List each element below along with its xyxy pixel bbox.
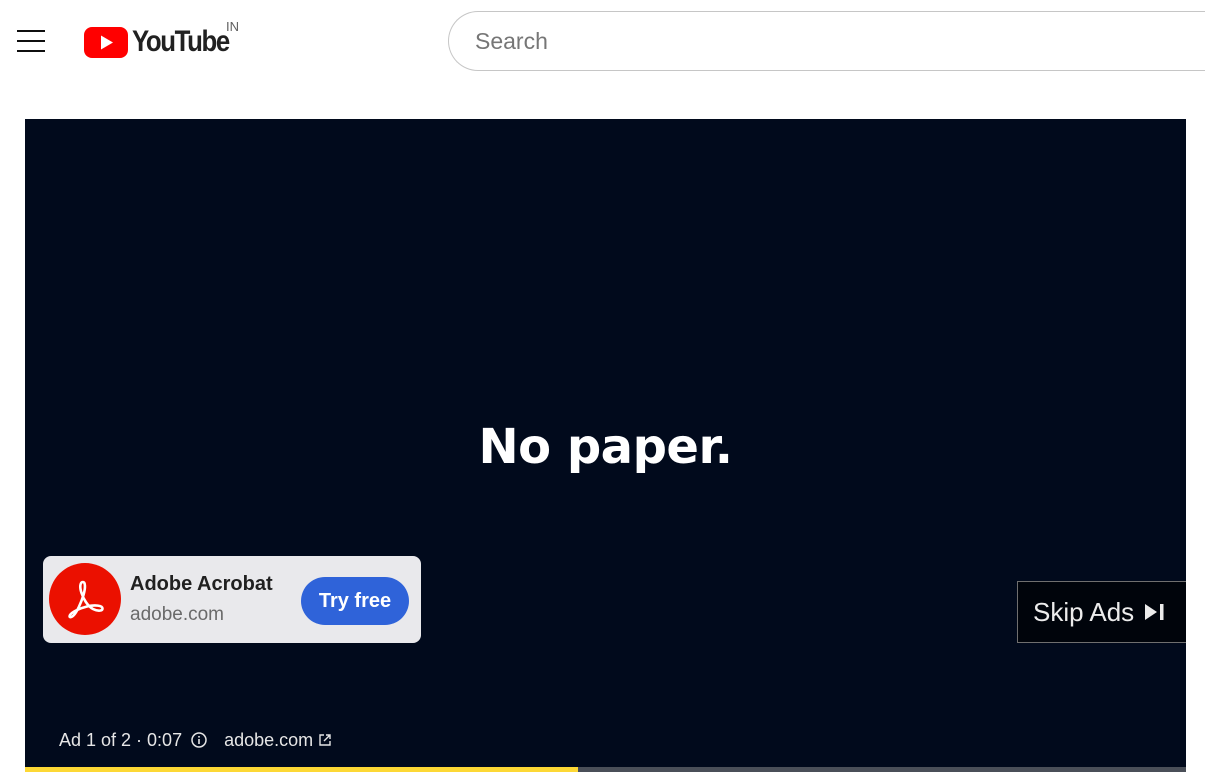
ad-info-bar: Ad 1 of 2 · 0:07 adobe.com [59, 727, 332, 753]
ad-advertiser-name[interactable]: Adobe Acrobat [130, 573, 273, 596]
external-link-icon [319, 734, 331, 746]
info-icon[interactable] [190, 731, 208, 749]
logo-text: YouTube [132, 25, 230, 58]
youtube-logo[interactable]: YouTube [84, 24, 245, 60]
ad-status-text: Ad 1 of 2 · 0:07 [59, 729, 183, 750]
ad-domain[interactable]: adobe.com [130, 604, 224, 626]
hamburger-icon-line [17, 40, 45, 42]
ad-companion-card[interactable]: Adobe Acrobat adobe.com Try free [43, 556, 421, 643]
hamburger-icon-line [17, 50, 45, 52]
acrobat-symbol-icon [68, 580, 104, 619]
ad-visit-link-text: adobe.com [224, 729, 314, 750]
guide-menu-button[interactable] [10, 20, 52, 62]
country-code: IN [226, 19, 239, 34]
ad-visit-link[interactable]: adobe.com [224, 730, 332, 751]
try-free-button[interactable]: Try free [301, 577, 409, 625]
skip-next-icon [1145, 604, 1164, 620]
ad-progress-bar[interactable] [25, 767, 1186, 772]
hamburger-icon [17, 30, 45, 32]
skip-ads-button[interactable]: Skip Ads [1017, 581, 1186, 643]
search-box[interactable] [448, 11, 1205, 71]
adobe-acrobat-icon[interactable] [49, 563, 121, 635]
masthead: YouTube IN [0, 0, 1205, 82]
skip-ads-label: Skip Ads [1033, 596, 1135, 627]
search-input[interactable] [473, 12, 1173, 70]
ad-video-headline: No paper. [478, 419, 733, 475]
youtube-play-icon [84, 26, 128, 58]
video-player[interactable]: No paper. Adobe Acrobat adobe.com Try fr… [25, 119, 1186, 772]
ad-progress-fill [25, 767, 578, 772]
